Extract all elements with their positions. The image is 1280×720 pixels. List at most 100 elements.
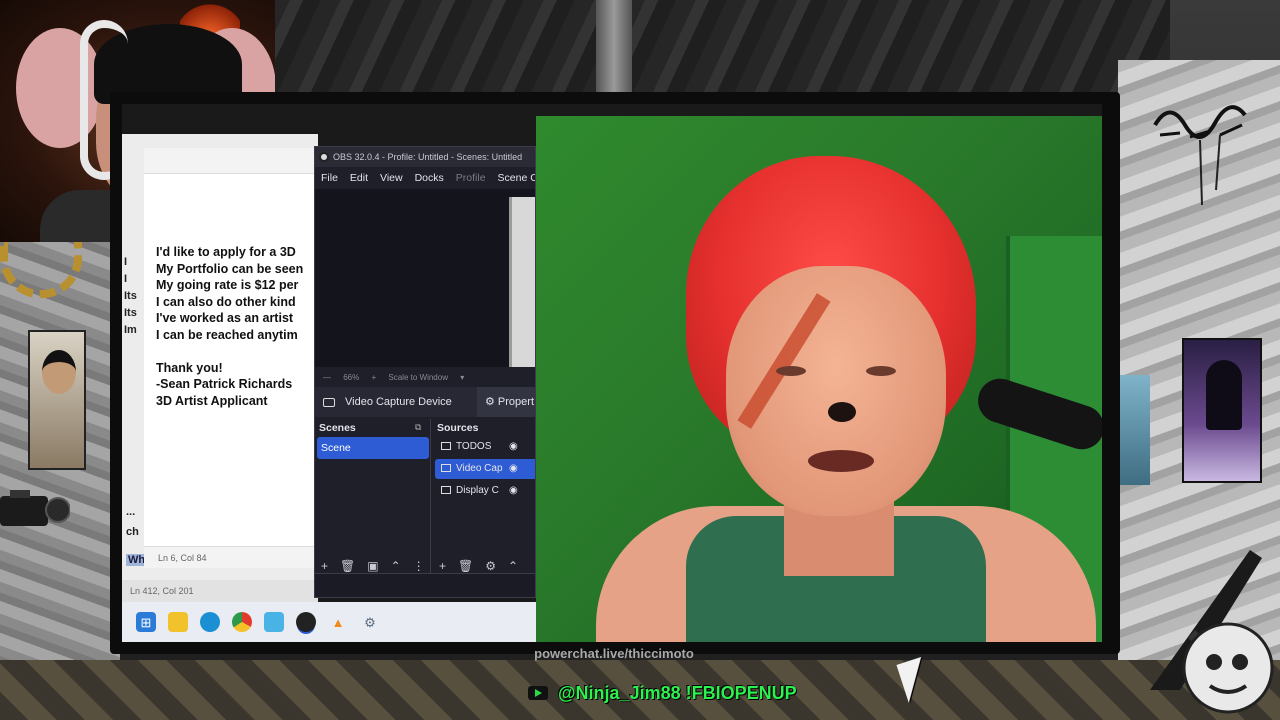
- sources-dock: Sources TODOS ◉ Video Cap ◉ Display C ◉ …: [433, 419, 535, 597]
- edge-icon[interactable]: [200, 612, 220, 632]
- text-line: ...: [126, 506, 136, 518]
- menu-scene-collection[interactable]: Scene Col: [498, 172, 535, 189]
- add-source-button[interactable]: +: [439, 559, 446, 573]
- scene-item[interactable]: Scene: [317, 437, 429, 459]
- poster-figure: [1206, 360, 1242, 430]
- ceiling-pipe: [596, 0, 632, 92]
- scenes-toolbar: + 🗑 ▣ ⌃ ⋮: [321, 559, 425, 573]
- obs-title: OBS 32.0.4 - Profile: Untitled - Scenes:…: [333, 152, 523, 162]
- visibility-eye-icon[interactable]: ◉: [509, 485, 518, 496]
- notepad-window[interactable]: I'd like to apply for a 3D My Portfolio c…: [144, 148, 318, 568]
- scale-mode-chevron-down-icon[interactable]: ▾: [460, 373, 464, 382]
- notepad-titlebar[interactable]: [144, 148, 318, 174]
- text-line: I can also do other kind: [156, 294, 296, 309]
- selected-source-name: Video Capture Device: [345, 396, 452, 408]
- windows-taskbar: ⊞ ▲ ⚙: [122, 602, 536, 642]
- blue-wall-poster: [1120, 375, 1150, 485]
- left-wall-poster: [28, 330, 86, 470]
- obs-window[interactable]: OBS 32.0.4 - Profile: Untitled - Scenes:…: [314, 146, 536, 598]
- obs-logo-icon: [319, 152, 329, 162]
- text-line: My Portfolio can be seen: [156, 261, 304, 276]
- text-line: My going rate is $12 per: [156, 278, 299, 292]
- chat-overlay: @Ninja_Jim88 !FBIOPENUP: [528, 681, 797, 705]
- sources-toolbar: + 🗑 ⚙ ⌃: [439, 559, 518, 573]
- powerchat-link: powerchat.live/thiccimoto: [534, 646, 694, 661]
- text-line: Im: [124, 324, 137, 336]
- notepad-text-area[interactable]: I'd like to apply for a 3D My Portfolio c…: [156, 244, 303, 409]
- obs-zoom-bar: — 66% + Scale to Window ▾: [315, 367, 535, 387]
- notepad-back-status: Ln 412, Col 201: [122, 580, 318, 602]
- menu-edit[interactable]: Edit: [350, 172, 368, 189]
- obs-preview-canvas[interactable]: [315, 189, 535, 367]
- source-properties-gear-icon[interactable]: ⚙: [485, 559, 496, 573]
- cartoon-sticker: [1182, 622, 1274, 714]
- properties-button[interactable]: ⚙ Propert: [477, 387, 535, 417]
- graffiti-tag: [1153, 105, 1247, 206]
- move-scene-up-button[interactable]: ⌃: [391, 559, 401, 573]
- chrome-icon[interactable]: [232, 612, 252, 632]
- vlc-icon[interactable]: ▲: [328, 612, 348, 632]
- camera-icon: [441, 464, 451, 473]
- visibility-eye-icon[interactable]: ◉: [509, 441, 518, 452]
- text-line: I can be reached anytim: [156, 327, 298, 342]
- notepad-back-lines: I I Its Its Im: [124, 254, 137, 339]
- text-line: I've worked as an artist: [156, 311, 294, 325]
- add-scene-button[interactable]: +: [321, 559, 328, 573]
- guest-painted-nose: [828, 402, 856, 422]
- menu-view[interactable]: View: [380, 172, 403, 189]
- text-line: I: [124, 256, 128, 268]
- preview-window-thumbnail: [509, 197, 535, 367]
- scenes-header: Scenes: [319, 422, 356, 434]
- zoom-value: 66%: [343, 373, 360, 382]
- properties-label: Propert: [497, 396, 534, 408]
- source-item-todos[interactable]: TODOS ◉: [435, 437, 535, 457]
- file-explorer-icon[interactable]: [168, 612, 188, 632]
- guest-webcam-feed: [536, 116, 1102, 642]
- poster-portrait: [42, 350, 76, 394]
- text-line: I: [124, 273, 128, 285]
- obs-icon[interactable]: [296, 612, 316, 632]
- remove-scene-button[interactable]: 🗑: [340, 559, 355, 573]
- ceiling-rafters: [270, 0, 1170, 92]
- chat-message: @Ninja_Jim88 !FBIOPENUP: [558, 682, 797, 703]
- notepad-status-bar: Ln 6, Col 84: [144, 546, 318, 568]
- scene-more-button[interactable]: ⋮: [413, 559, 425, 573]
- dock-float-icon[interactable]: ⧉: [415, 422, 421, 433]
- text-line: 3D Artist Applicant: [156, 393, 268, 408]
- youtube-play-icon: [528, 686, 548, 700]
- scene-filters-button[interactable]: ▣: [367, 559, 378, 573]
- text-line: Its: [124, 290, 137, 302]
- windows-start-icon[interactable]: ⊞: [136, 612, 156, 632]
- text-line: [156, 343, 303, 360]
- menu-docks[interactable]: Docks: [415, 172, 444, 189]
- menu-profile[interactable]: Profile: [456, 172, 486, 189]
- move-source-up-button[interactable]: ⌃: [508, 559, 518, 573]
- text-line: -Sean Patrick Richards: [156, 377, 293, 391]
- right-wall-poster: [1182, 338, 1262, 483]
- zoom-out-button[interactable]: —: [323, 373, 331, 382]
- guest-right-eye: [866, 366, 896, 376]
- notepad-back-misc: ... ch: [126, 502, 139, 542]
- source-name: Display C: [456, 485, 499, 496]
- zoom-in-button[interactable]: +: [371, 373, 376, 382]
- scenes-dock: Scenes ⧉ Scene + 🗑 ▣ ⌃ ⋮: [315, 419, 431, 597]
- guest-mouth: [808, 450, 874, 472]
- text-line: Thank you!: [156, 360, 223, 375]
- monitor-icon: [441, 486, 451, 495]
- text-line: I'd like to apply for a 3D: [156, 245, 296, 259]
- obs-menubar: File Edit View Docks Profile Scene Col: [315, 167, 535, 189]
- source-item-display-capture[interactable]: Display C ◉: [435, 481, 535, 501]
- obs-titlebar[interactable]: OBS 32.0.4 - Profile: Untitled - Scenes:…: [315, 147, 535, 167]
- camera-icon: [323, 397, 335, 407]
- scale-mode[interactable]: Scale to Window: [388, 373, 448, 382]
- source-item-video-capture[interactable]: Video Cap ◉: [435, 459, 535, 479]
- menu-file[interactable]: File: [321, 172, 338, 189]
- remove-source-button[interactable]: 🗑: [458, 559, 473, 573]
- text-line: ch: [126, 526, 139, 538]
- sources-header: Sources: [437, 422, 479, 434]
- settings-icon[interactable]: ⚙: [360, 612, 380, 632]
- notepad-icon[interactable]: [264, 612, 284, 632]
- visibility-eye-icon[interactable]: ◉: [509, 463, 518, 474]
- text-line: Its: [124, 307, 137, 319]
- guest-left-eye: [776, 366, 806, 376]
